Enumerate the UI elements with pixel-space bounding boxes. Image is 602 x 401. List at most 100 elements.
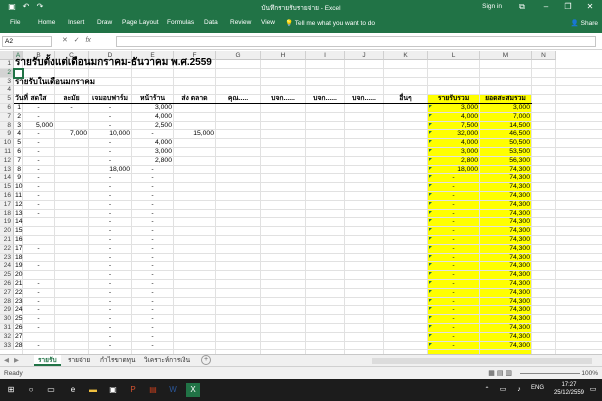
row-header-19[interactable]: 19 [0, 218, 14, 228]
cell-m[interactable]: 74,300 [481, 280, 530, 289]
cell-b[interactable]: - [24, 342, 53, 351]
cell-m[interactable]: 74,300 [481, 183, 530, 192]
ribbon-display-icon[interactable]: ⧉ [514, 1, 530, 13]
cell-b[interactable]: - [24, 298, 53, 307]
pdf-icon[interactable]: ▤ [146, 383, 160, 397]
horizontal-scrollbar[interactable] [372, 358, 592, 364]
cell-e[interactable]: 2,800 [133, 157, 172, 166]
tell-me-box[interactable]: 💡 Tell me what you want to do [285, 19, 375, 27]
worksheet-grid[interactable]: A B C D E F G H I J K L M N 1 2 3 4 5 6 7 8 9 10 11 12 13 14 15 16 17 1… [0, 51, 602, 354]
excel-icon[interactable]: X [186, 383, 200, 397]
cell-e[interactable]: - [133, 289, 172, 298]
cell-m[interactable]: 50,500 [481, 139, 530, 148]
cell-m[interactable]: 74,300 [481, 324, 530, 333]
cell-m[interactable]: 46,500 [481, 130, 530, 139]
tab-view[interactable]: View [261, 19, 275, 26]
enter-icon[interactable]: ✓ [74, 37, 80, 44]
cell-l[interactable]: - [429, 306, 478, 315]
cell-b[interactable]: - [24, 166, 53, 175]
row-header-13[interactable]: 13 [0, 165, 14, 175]
row-header-5[interactable]: 5 [0, 95, 14, 104]
cell-b[interactable]: - [24, 183, 53, 192]
cell-m[interactable]: 7,000 [481, 113, 530, 122]
cell-f[interactable]: 15,000 [175, 130, 214, 139]
cell-e[interactable]: - [133, 254, 172, 263]
cell-l[interactable]: 32,000 [429, 130, 478, 139]
cell-e[interactable]: 3,000 [133, 104, 172, 113]
row-header-28[interactable]: 28 [0, 297, 14, 307]
cell-l[interactable]: 18,000 [429, 166, 478, 175]
cell-e[interactable]: - [133, 183, 172, 192]
word-icon[interactable]: W [166, 383, 180, 397]
search-icon[interactable]: ○ [24, 383, 38, 397]
cell-e[interactable]: - [133, 342, 172, 351]
cell-a[interactable]: 10 [15, 183, 23, 192]
row-header-30[interactable]: 30 [0, 315, 14, 324]
cell-m[interactable]: 74,300 [481, 315, 530, 324]
cell-m[interactable]: 74,300 [481, 245, 530, 254]
cell-e[interactable]: - [133, 218, 172, 227]
row-header-6[interactable]: 6 [0, 104, 14, 113]
cell-e[interactable]: - [133, 166, 172, 175]
cell-a[interactable]: 2 [15, 113, 21, 122]
cell-l[interactable]: - [429, 192, 478, 201]
cell-a[interactable]: 15 [15, 227, 23, 236]
cell-m[interactable]: 74,300 [481, 254, 530, 263]
task-view-icon[interactable]: ▭ [44, 383, 58, 397]
cell-m[interactable]: 74,300 [481, 271, 530, 280]
cell-a[interactable]: 4 [15, 130, 21, 139]
active-cell-a2[interactable] [13, 67, 24, 79]
cell-l[interactable]: - [429, 342, 478, 351]
cell-m[interactable]: 14,500 [481, 122, 530, 131]
cell-d[interactable]: - [90, 139, 130, 148]
cell-b[interactable]: - [24, 201, 53, 210]
cell-d[interactable]: - [90, 262, 130, 271]
select-all-corner[interactable] [0, 51, 14, 60]
network-icon[interactable]: ▭ [496, 383, 510, 397]
cell-m[interactable]: 74,300 [481, 201, 530, 210]
cell-m[interactable]: 74,300 [481, 218, 530, 227]
row-header-3[interactable]: 3 [0, 77, 14, 87]
cell-l[interactable]: 7,500 [429, 122, 478, 131]
cell-d[interactable]: - [90, 104, 130, 113]
cell-d[interactable]: - [90, 324, 130, 333]
cell-d[interactable]: - [90, 254, 130, 263]
cell-l[interactable]: - [429, 324, 478, 333]
cell-a[interactable]: 6 [15, 148, 21, 157]
row-header-18[interactable]: 18 [0, 209, 14, 219]
store-icon[interactable]: ▣ [106, 383, 120, 397]
cell-d[interactable]: - [90, 210, 130, 219]
tab-insert[interactable]: Insert [68, 19, 84, 26]
cell-d[interactable]: 10,000 [90, 130, 130, 139]
row-header-22[interactable]: 22 [0, 244, 14, 254]
cell-b[interactable]: - [24, 148, 53, 157]
cell-a[interactable]: 21 [15, 280, 23, 289]
row-header-26[interactable]: 26 [0, 280, 14, 289]
cell-d[interactable]: - [90, 201, 130, 210]
sheet-tab-analysis[interactable]: วิเคราะห์การเงิน [140, 355, 194, 366]
cell-d[interactable]: 18,000 [90, 166, 130, 175]
row-header-9[interactable]: 9 [0, 130, 14, 140]
cell-d[interactable]: - [90, 183, 130, 192]
prev-sheet-icon[interactable]: ◀ [4, 356, 9, 364]
tab-data[interactable]: Data [204, 19, 218, 26]
cell-e[interactable]: - [133, 227, 172, 236]
cell-a[interactable]: 16 [15, 236, 23, 245]
cell-e[interactable]: - [133, 271, 172, 280]
tab-formulas[interactable]: Formulas [167, 19, 194, 26]
tab-page-layout[interactable]: Page Layout [122, 19, 159, 26]
cell-d[interactable]: - [90, 298, 130, 307]
cell-d[interactable]: - [90, 148, 130, 157]
zoom-slider[interactable] [520, 373, 580, 374]
cell-e[interactable]: 3,000 [133, 148, 172, 157]
cell-b[interactable]: - [24, 262, 53, 271]
cell-e[interactable]: 2,500 [133, 122, 172, 131]
maximize-icon[interactable]: ❐ [560, 1, 576, 13]
column-header-i[interactable]: I [306, 51, 345, 60]
cell-l[interactable]: - [429, 174, 478, 183]
column-header-m[interactable]: M [480, 51, 532, 60]
cell-e[interactable]: - [133, 315, 172, 324]
tab-file[interactable]: File [10, 19, 20, 26]
folder-icon[interactable]: ▬ [86, 383, 100, 397]
cell-l[interactable]: - [429, 227, 478, 236]
